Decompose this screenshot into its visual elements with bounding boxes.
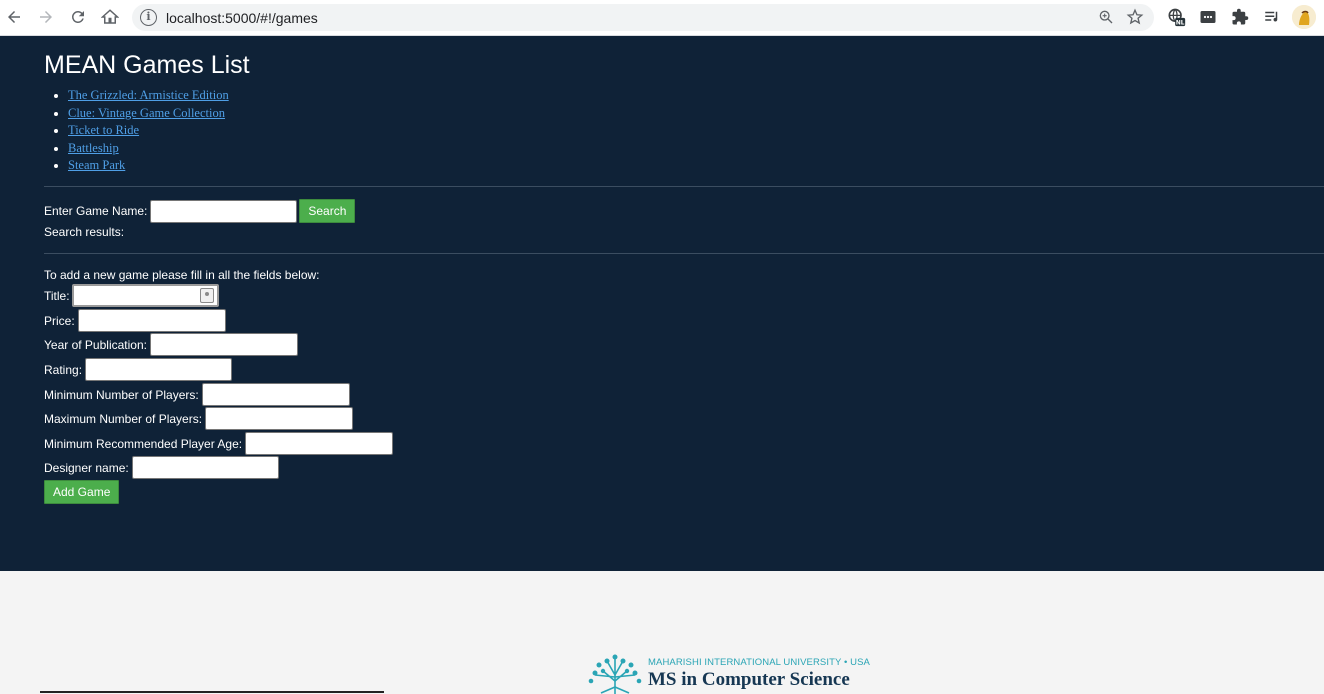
site-info-icon[interactable]: i — [140, 9, 157, 26]
game-link[interactable]: The Grizzled: Armistice Edition — [68, 88, 229, 102]
extension-badge-text: NL — [1176, 21, 1185, 27]
year-label: Year of Publication: — [44, 337, 147, 352]
browser-toolbar: i localhost:5000/#!/games NL — [0, 0, 1324, 36]
search-button[interactable]: Search — [299, 199, 356, 223]
list-item: Battleship — [68, 140, 229, 158]
rating-input[interactable] — [85, 358, 233, 381]
university-name: MAHARISHI INTERNATIONAL UNIVERSITY • USA — [648, 657, 870, 668]
min-age-label: Minimum Recommended Player Age: — [44, 436, 243, 451]
price-input[interactable] — [77, 309, 226, 332]
designer-row: Designer name: — [44, 456, 279, 479]
list-item: Steam Park — [68, 157, 229, 175]
price-row: Price: — [44, 309, 226, 332]
footer-divider — [40, 691, 384, 693]
app-main: MEAN Games List The Grizzled: Armistice … — [0, 36, 1324, 571]
extensions-puzzle-icon[interactable] — [1229, 6, 1251, 28]
profile-avatar[interactable] — [1292, 5, 1316, 29]
password-extension-icon[interactable] — [1197, 6, 1219, 28]
footer: MAHARISHI INTERNATIONAL UNIVERSITY • USA… — [0, 571, 1324, 694]
url-text[interactable]: localhost:5000/#!/games — [166, 10, 318, 26]
min-age-row: Minimum Recommended Player Age: — [44, 432, 394, 455]
designer-input[interactable] — [131, 456, 279, 479]
program-name: MS in Computer Science — [648, 669, 850, 690]
games-list: The Grizzled: Armistice Edition Clue: Vi… — [44, 87, 229, 175]
max-players-row: Maximum Number of Players: — [44, 407, 354, 430]
list-item: Clue: Vintage Game Collection — [68, 105, 229, 123]
search-input[interactable] — [150, 199, 298, 223]
zoom-icon[interactable] — [1098, 9, 1114, 30]
search-label: Enter Game Name: — [44, 204, 148, 218]
list-item: Ticket to Ride — [68, 122, 229, 140]
game-link[interactable]: Clue: Vintage Game Collection — [68, 106, 225, 120]
price-label: Price: — [44, 313, 75, 328]
forward-icon[interactable] — [34, 5, 58, 29]
page-title: MEAN Games List — [44, 51, 250, 79]
search-row: Enter Game Name: Search — [44, 199, 356, 223]
game-link[interactable]: Ticket to Ride — [68, 123, 139, 137]
divider — [44, 253, 1324, 254]
bookmark-star-icon[interactable] — [1126, 8, 1144, 31]
translate-extension-icon[interactable]: NL — [1165, 6, 1187, 28]
add-game-button[interactable]: Add Game — [44, 480, 120, 504]
designer-label: Designer name: — [44, 460, 129, 475]
title-field-wrapper — [71, 284, 219, 307]
min-age-input[interactable] — [245, 432, 394, 455]
rating-label: Rating: — [44, 362, 83, 377]
add-game-intro: To add a new game please fill in all the… — [44, 268, 320, 282]
address-bar[interactable]: i localhost:5000/#!/games — [132, 4, 1154, 31]
title-row: Title: — [44, 284, 219, 307]
reload-icon[interactable] — [66, 5, 90, 29]
min-players-row: Minimum Number of Players: — [44, 383, 350, 406]
search-results-label: Search results: — [44, 225, 125, 239]
year-row: Year of Publication: — [44, 333, 298, 356]
year-input[interactable] — [149, 333, 298, 356]
title-input[interactable] — [71, 284, 219, 307]
min-players-input[interactable] — [201, 383, 350, 406]
game-link[interactable]: Battleship — [68, 141, 119, 155]
max-players-input[interactable] — [205, 407, 354, 430]
min-players-label: Minimum Number of Players: — [44, 387, 199, 402]
back-icon[interactable] — [2, 5, 26, 29]
title-label: Title: — [44, 288, 70, 303]
rating-row: Rating: — [44, 358, 233, 381]
autofill-contact-icon[interactable] — [199, 288, 214, 303]
home-icon[interactable] — [98, 5, 122, 29]
media-queue-icon[interactable] — [1261, 6, 1283, 28]
list-item: The Grizzled: Armistice Edition — [68, 87, 229, 105]
divider — [44, 186, 1324, 187]
max-players-label: Maximum Number of Players: — [44, 411, 203, 426]
tree-logo-icon — [588, 654, 642, 694]
game-link[interactable]: Steam Park — [68, 158, 125, 172]
